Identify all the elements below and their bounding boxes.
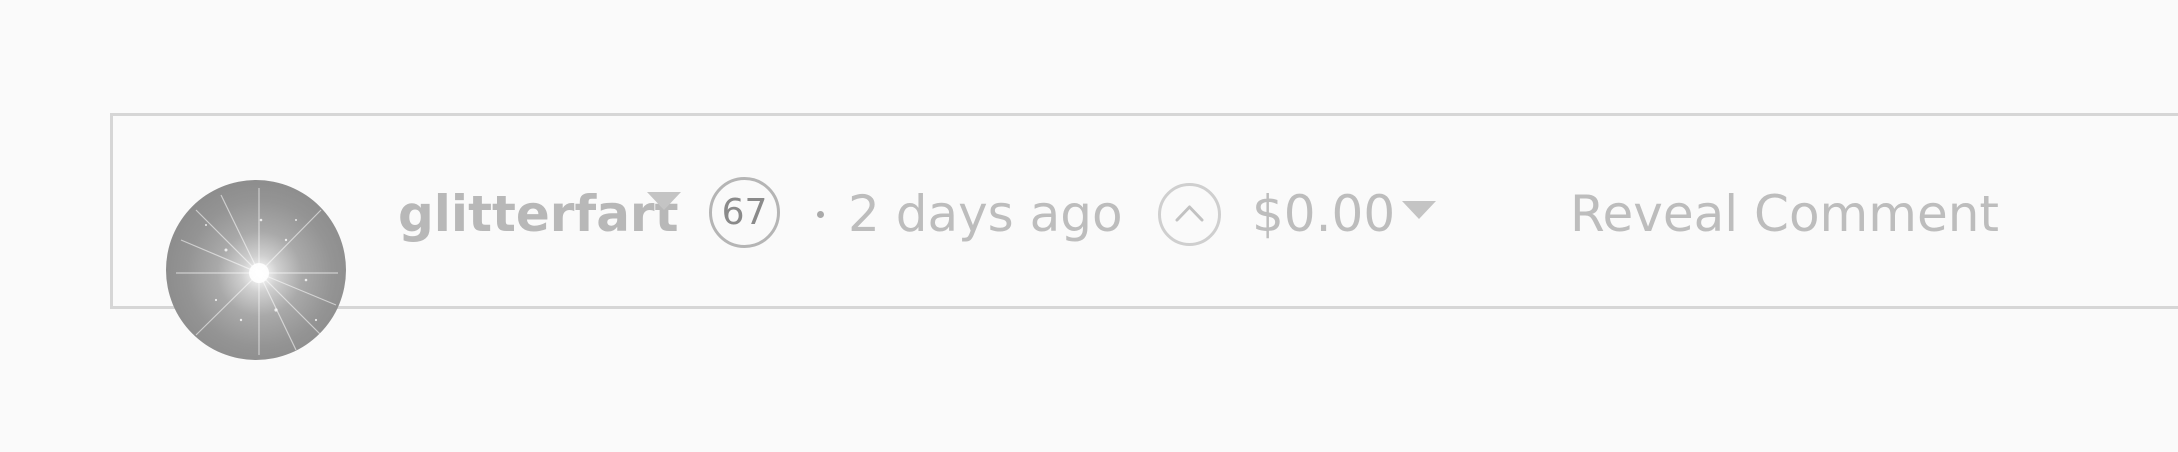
sparkle-avatar-image bbox=[176, 188, 338, 355]
caret-down-icon[interactable] bbox=[1402, 201, 1436, 219]
payout-amount[interactable]: $0.00 bbox=[1252, 182, 1395, 246]
separator-dot bbox=[817, 211, 824, 218]
reputation-badge: 67 bbox=[709, 177, 780, 248]
upvote-button[interactable] bbox=[1158, 183, 1221, 246]
comment-timestamp[interactable]: 2 days ago bbox=[848, 182, 1123, 246]
caret-down-icon[interactable] bbox=[647, 192, 681, 210]
author-name[interactable]: glitterfart bbox=[398, 180, 679, 248]
reveal-comment-button[interactable]: Reveal Comment bbox=[1570, 182, 1999, 246]
avatar[interactable] bbox=[166, 180, 346, 360]
chevron-up-icon bbox=[1175, 205, 1204, 222]
